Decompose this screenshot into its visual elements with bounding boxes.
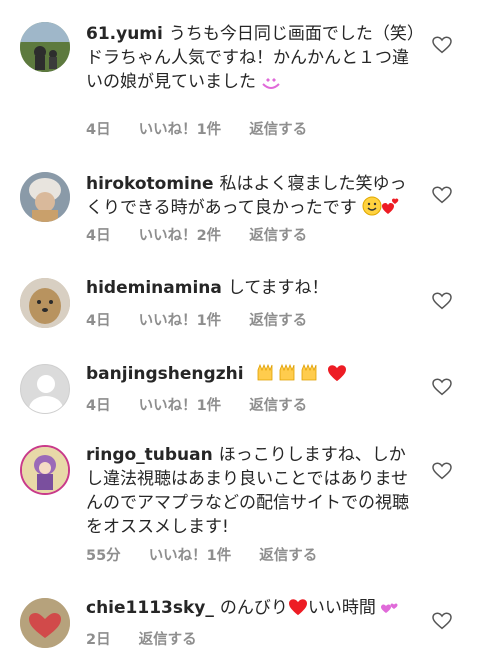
smile-emoji-icon bbox=[362, 196, 382, 223]
like-heart-icon[interactable] bbox=[432, 612, 452, 630]
comment-text: してますね！ bbox=[227, 278, 329, 298]
likes-count-link[interactable]: いいね！1件 bbox=[139, 398, 222, 414]
comment-body: banjingshengzhi bbox=[86, 362, 416, 389]
heart-eyes-emoji-icon bbox=[261, 73, 281, 97]
comment-body: hirokotomine 私はよく寝ました笑ゆっくりできる時があって良かったです bbox=[86, 172, 416, 223]
comment-meta: 4日 いいね！1件 返信する bbox=[86, 309, 335, 330]
comment-meta: 4日 いいね！2件 返信する bbox=[86, 224, 335, 245]
comment-meta: 55分 いいね！1件 返信する bbox=[86, 544, 345, 565]
comment-time: 4日 bbox=[86, 398, 111, 414]
avatar[interactable] bbox=[20, 22, 70, 72]
like-heart-icon[interactable] bbox=[432, 292, 452, 310]
comment-time: 55分 bbox=[86, 548, 121, 564]
comment-username[interactable]: ringo_tubuan bbox=[86, 445, 213, 465]
reply-link[interactable]: 返信する bbox=[249, 398, 307, 414]
likes-count-link[interactable]: いいね！1件 bbox=[139, 122, 222, 138]
likes-count-link[interactable]: いいね！2件 bbox=[139, 228, 222, 244]
two-hearts-emoji-icon bbox=[382, 196, 400, 223]
raised-hands-emoji-icon bbox=[255, 362, 327, 389]
reply-link[interactable]: 返信する bbox=[139, 632, 197, 648]
comment-time: 4日 bbox=[86, 228, 111, 244]
pink-hearts-emoji-icon bbox=[381, 599, 399, 623]
comment-meta: 4日 いいね！1件 返信する bbox=[86, 118, 335, 139]
reply-link[interactable]: 返信する bbox=[249, 122, 307, 138]
likes-count-link[interactable]: いいね！1件 bbox=[139, 313, 222, 329]
avatar[interactable] bbox=[20, 445, 70, 495]
comment-time: 2日 bbox=[86, 632, 111, 648]
comment-meta: 2日 返信する bbox=[86, 628, 225, 649]
red-heart-emoji-icon bbox=[327, 364, 347, 389]
avatar[interactable] bbox=[20, 364, 70, 414]
comment-text: のんびり bbox=[219, 598, 288, 618]
like-heart-icon[interactable] bbox=[432, 36, 452, 54]
avatar[interactable] bbox=[20, 172, 70, 222]
comment-meta: 4日 いいね！1件 返信する bbox=[86, 394, 335, 415]
comment-time: 4日 bbox=[86, 313, 111, 329]
avatar[interactable] bbox=[20, 598, 70, 648]
comment-body: chie1113sky_ のんびり いい時間 bbox=[86, 596, 416, 623]
likes-count-link[interactable]: いいね！1件 bbox=[149, 548, 232, 564]
reply-link[interactable]: 返信する bbox=[249, 313, 307, 329]
red-heart-emoji-icon bbox=[288, 598, 308, 623]
comment-username[interactable]: hirokotomine bbox=[86, 174, 214, 194]
comment-text: いい時間 bbox=[307, 598, 376, 618]
comment-time: 4日 bbox=[86, 122, 111, 138]
reply-link[interactable]: 返信する bbox=[259, 548, 317, 564]
reply-link[interactable]: 返信する bbox=[249, 228, 307, 244]
comment-username[interactable]: hideminamina bbox=[86, 278, 222, 298]
like-heart-icon[interactable] bbox=[432, 462, 452, 480]
comment-body: ringo_tubuan ほっこりしますね、しかし違法視聴はあまり良いことではあり… bbox=[86, 443, 416, 539]
comment-username[interactable]: 61.yumi bbox=[86, 24, 163, 44]
comment-body: 61.yumi うちも今日同じ画面でした（笑）ドラちゃん人気ですね！かんかんと１つ… bbox=[86, 22, 416, 97]
comment-username[interactable]: chie1113sky_ bbox=[86, 598, 214, 618]
comment-body: hideminamina してますね！ bbox=[86, 276, 416, 300]
like-heart-icon[interactable] bbox=[432, 186, 452, 204]
avatar[interactable] bbox=[20, 278, 70, 328]
comment-username[interactable]: banjingshengzhi bbox=[86, 364, 244, 384]
like-heart-icon[interactable] bbox=[432, 378, 452, 396]
